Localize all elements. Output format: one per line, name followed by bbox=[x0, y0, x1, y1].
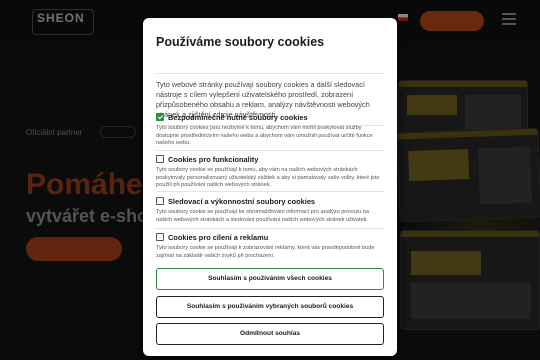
cookie-option-necessary: Bezpodmínečně nutné soubory cookies Tyto… bbox=[156, 112, 384, 148]
option-description: Tyto soubory cookies jsou nezbytné k tom… bbox=[156, 125, 373, 147]
checkbox-performance[interactable] bbox=[156, 197, 164, 205]
dialog-title: Používáme soubory cookies bbox=[156, 35, 325, 49]
divider bbox=[156, 150, 384, 151]
option-title: Bezpodmínečně nutné soubory cookies bbox=[168, 112, 308, 122]
checkbox-necessary[interactable] bbox=[156, 113, 164, 121]
accept-selected-button[interactable]: Souhlasím s používáním vybraných souborů… bbox=[156, 296, 384, 318]
divider bbox=[156, 191, 384, 192]
option-title: Cookies pro cílení a reklamu bbox=[168, 232, 269, 242]
divider bbox=[156, 73, 384, 74]
checkbox-targeting[interactable] bbox=[156, 233, 164, 241]
divider bbox=[156, 228, 384, 229]
option-title: Cookies pro funkcionality bbox=[168, 154, 259, 164]
cookie-option-performance: Sledovací a výkonnostní soubory cookies … bbox=[156, 196, 384, 224]
option-description: Tyto soubory cookie se používají ke shro… bbox=[156, 209, 370, 223]
accept-all-button[interactable]: Souhlasím s používáním všech cookies bbox=[156, 268, 384, 290]
option-description: Tyto soubory cookie se používají k zobra… bbox=[156, 245, 375, 259]
option-description: Tyto soubory cookie se používají k tomu,… bbox=[156, 167, 380, 189]
reject-button[interactable]: Odmítnout souhlas bbox=[156, 323, 384, 345]
cookie-option-targeting: Cookies pro cílení a reklamu Tyto soubor… bbox=[156, 232, 384, 260]
cookie-option-functionality: Cookies pro funkcionality Tyto soubory c… bbox=[156, 154, 384, 190]
cookie-consent-dialog: Používáme soubory cookies Tyto webové st… bbox=[143, 18, 397, 356]
option-title: Sledovací a výkonnostní soubory cookies bbox=[168, 196, 316, 206]
checkbox-functionality[interactable] bbox=[156, 155, 164, 163]
